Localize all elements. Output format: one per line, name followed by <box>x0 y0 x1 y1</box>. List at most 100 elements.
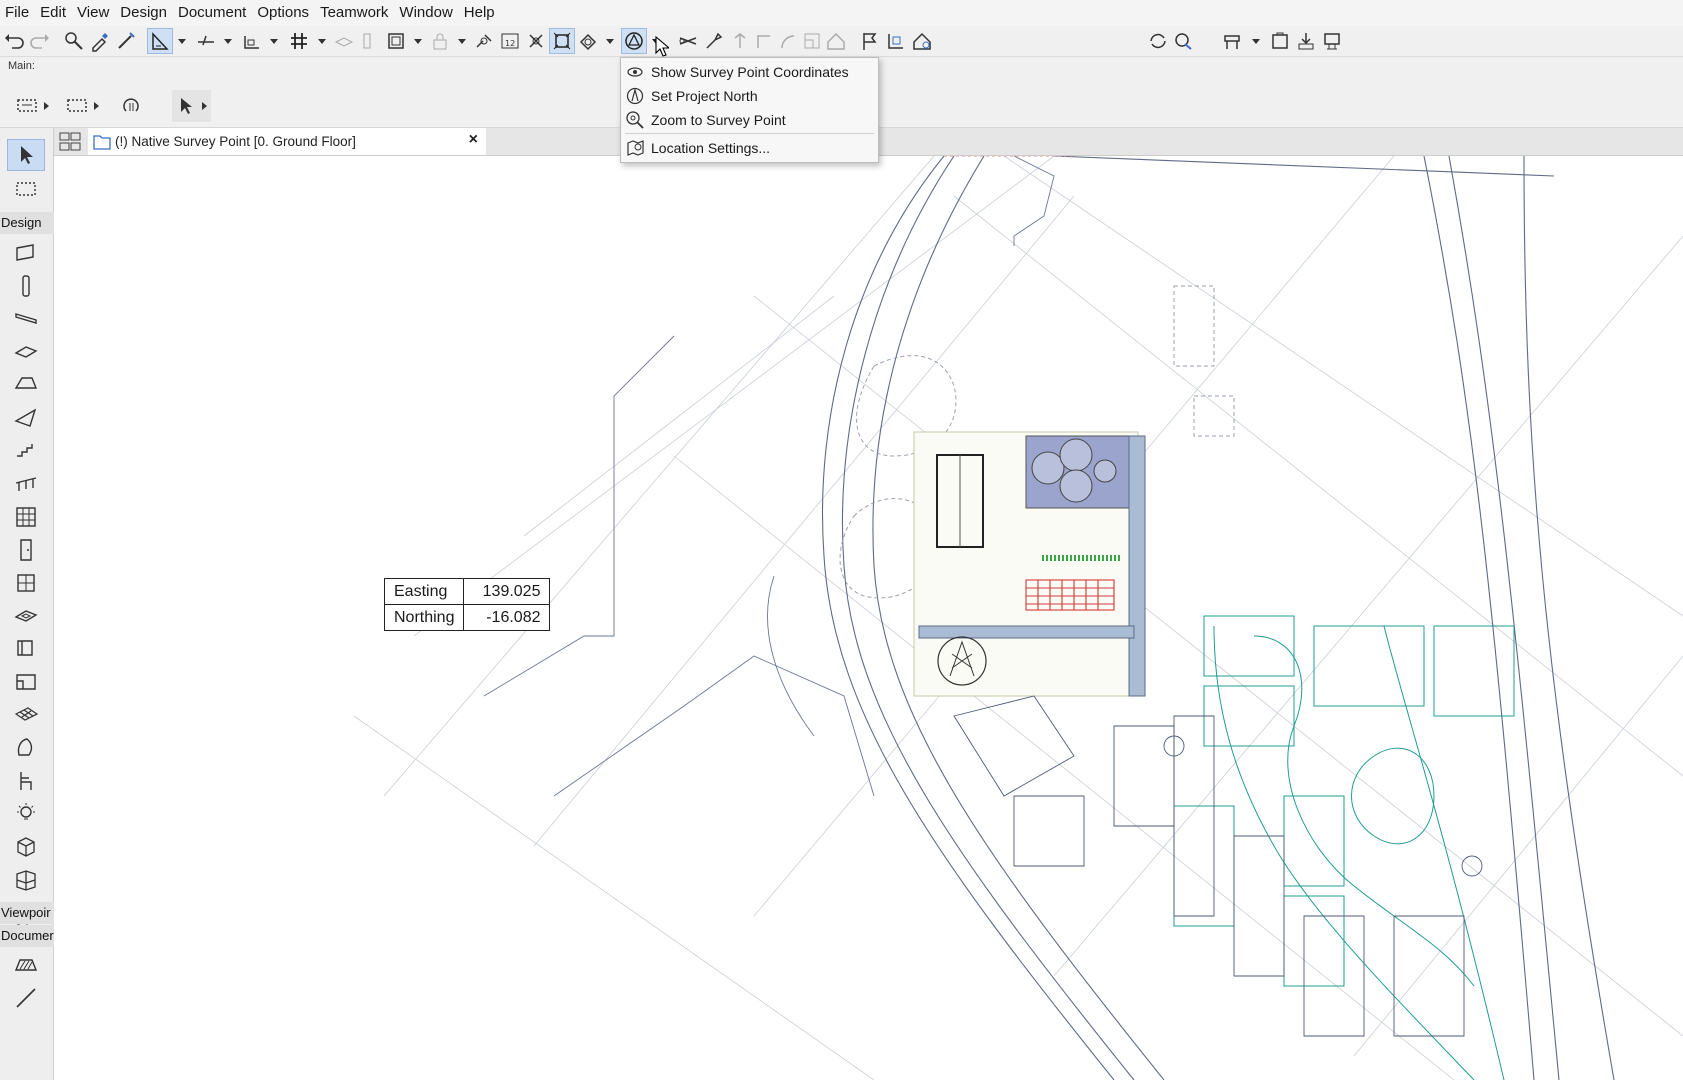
layout-book-icon[interactable] <box>1220 29 1244 53</box>
toolbox-section-viewpoint[interactable]: Viewpoir <box>0 902 54 924</box>
mesh-tool[interactable] <box>8 700 44 730</box>
mesh-icon <box>14 707 39 721</box>
explode-icon[interactable] <box>524 29 548 53</box>
numbering-icon[interactable]: 12 <box>498 29 522 53</box>
marquee-tool-button[interactable] <box>16 93 49 119</box>
group-icon[interactable] <box>472 29 496 53</box>
marquee-tool[interactable] <box>8 174 44 204</box>
tab-overview-icon[interactable] <box>58 131 82 152</box>
floor-plan-canvas[interactable]: Easting 139.025 Northing -16.082 <box>54 156 1683 1080</box>
shell-tool[interactable] <box>8 403 44 433</box>
resize-icon[interactable] <box>800 29 824 53</box>
arrow-tool-button[interactable] <box>172 90 211 122</box>
skylight-tool[interactable] <box>8 601 44 631</box>
pick-up-parameters-icon[interactable] <box>62 29 86 53</box>
toolbox-section-design[interactable]: Design <box>0 212 54 234</box>
menu-document[interactable]: Document <box>173 0 252 26</box>
menu-bar: File Edit View Design Document Options T… <box>0 0 1683 26</box>
roof-icon[interactable] <box>824 29 848 53</box>
rotate-hand-icon <box>123 98 139 112</box>
tab-native-survey-point[interactable]: (!) Native Survey Point [0. Ground Floor… <box>88 128 486 155</box>
menu-window[interactable]: Window <box>394 0 458 26</box>
elevate-icon[interactable] <box>728 29 752 53</box>
zone-tool[interactable] <box>8 832 44 862</box>
menu-item-label: Set Project North <box>651 88 758 104</box>
inject-parameters-icon[interactable] <box>114 29 138 53</box>
eyedropper-icon[interactable] <box>88 29 112 53</box>
stair-icon <box>17 444 33 457</box>
railing-tool[interactable] <box>8 469 44 499</box>
selection-area-button[interactable] <box>66 93 99 119</box>
beam-icon <box>15 313 37 324</box>
survey-coordinates-icon <box>627 67 643 77</box>
fillet-icon[interactable] <box>776 29 800 53</box>
model-view-icon[interactable] <box>910 29 934 53</box>
curtain-panel-icon <box>16 870 36 891</box>
marquee-icon <box>17 99 37 112</box>
grid-snap-icon[interactable] <box>287 29 311 53</box>
menu-edit[interactable]: Edit <box>35 0 72 26</box>
wall-tool[interactable] <box>8 238 44 268</box>
toolbox-section-document[interactable]: Documer <box>0 925 54 947</box>
menu-zoom-to-survey-point[interactable]: Zoom to Survey Point <box>621 108 878 132</box>
organizer-icon[interactable] <box>1320 29 1344 53</box>
window-tool[interactable] <box>8 568 44 598</box>
wall-end-tool[interactable] <box>8 634 44 664</box>
menu-item-label: Location Settings... <box>651 140 771 156</box>
tab-title: (!) Native Survey Point [0. Ground Floor… <box>115 134 356 149</box>
redo-icon[interactable] <box>28 29 52 53</box>
object-tool[interactable] <box>8 766 44 796</box>
3d-navigation-icon[interactable] <box>576 29 600 53</box>
line-tool[interactable] <box>8 983 44 1013</box>
menu-file[interactable]: File <box>0 0 35 26</box>
corner-window-icon <box>16 674 36 690</box>
lock-icon[interactable] <box>428 29 452 53</box>
menu-show-survey-point-coordinates[interactable]: Show Survey Point Coordinates <box>621 60 878 84</box>
survey-point-icon[interactable] <box>621 28 647 54</box>
door-tool[interactable] <box>8 535 44 565</box>
northing-row: Northing -16.082 <box>383 604 551 631</box>
menu-design[interactable]: Design <box>115 0 173 26</box>
column-tool[interactable] <box>8 271 44 301</box>
morph-tool[interactable] <box>8 733 44 763</box>
undo-icon[interactable] <box>2 29 26 53</box>
adjust-icon[interactable] <box>702 29 726 53</box>
tab-close-button[interactable]: × <box>469 131 478 149</box>
window-icon <box>17 574 35 592</box>
marquee-icon <box>16 182 36 196</box>
rotate-view-button[interactable] <box>120 93 144 119</box>
guide-line-icon[interactable] <box>147 28 173 54</box>
curtain-panel-tool[interactable] <box>8 865 44 895</box>
menu-help[interactable]: Help <box>459 0 501 26</box>
menu-options[interactable]: Options <box>252 0 315 26</box>
skylight-icon <box>14 610 38 622</box>
export-icon[interactable] <box>1294 29 1318 53</box>
curtain-wall-tool[interactable] <box>8 502 44 532</box>
flag-icon[interactable] <box>858 29 882 53</box>
roof-tool[interactable] <box>8 370 44 400</box>
arrow-tool[interactable] <box>7 139 45 171</box>
beam-tool[interactable] <box>8 304 44 334</box>
publisher-icon[interactable] <box>1268 29 1292 53</box>
layers-icon[interactable] <box>332 29 356 53</box>
intersect-icon[interactable] <box>752 29 776 53</box>
snap-points-icon[interactable] <box>240 29 264 53</box>
menu-set-project-north[interactable]: Set Project North <box>621 84 878 108</box>
corner-window-tool[interactable] <box>8 667 44 697</box>
sync-icon[interactable] <box>1146 29 1170 53</box>
trace-icon[interactable] <box>384 29 408 53</box>
fill-tool[interactable] <box>8 950 44 980</box>
magic-wand-icon[interactable] <box>549 28 575 54</box>
menu-location-settings[interactable]: Location Settings... <box>621 136 878 160</box>
menu-teamwork[interactable]: Teamwork <box>315 0 394 26</box>
renovation-icon[interactable] <box>884 29 908 53</box>
menu-view[interactable]: View <box>72 0 115 26</box>
snap-guides-icon[interactable] <box>194 29 218 53</box>
split-icon[interactable] <box>676 29 700 53</box>
lamp-tool[interactable] <box>8 799 44 829</box>
ghost-icon[interactable] <box>356 29 380 53</box>
building-outlines <box>953 695 1483 1037</box>
slab-tool[interactable] <box>8 337 44 367</box>
stair-tool[interactable] <box>8 436 44 466</box>
teamwork-send-icon[interactable] <box>1172 29 1196 53</box>
